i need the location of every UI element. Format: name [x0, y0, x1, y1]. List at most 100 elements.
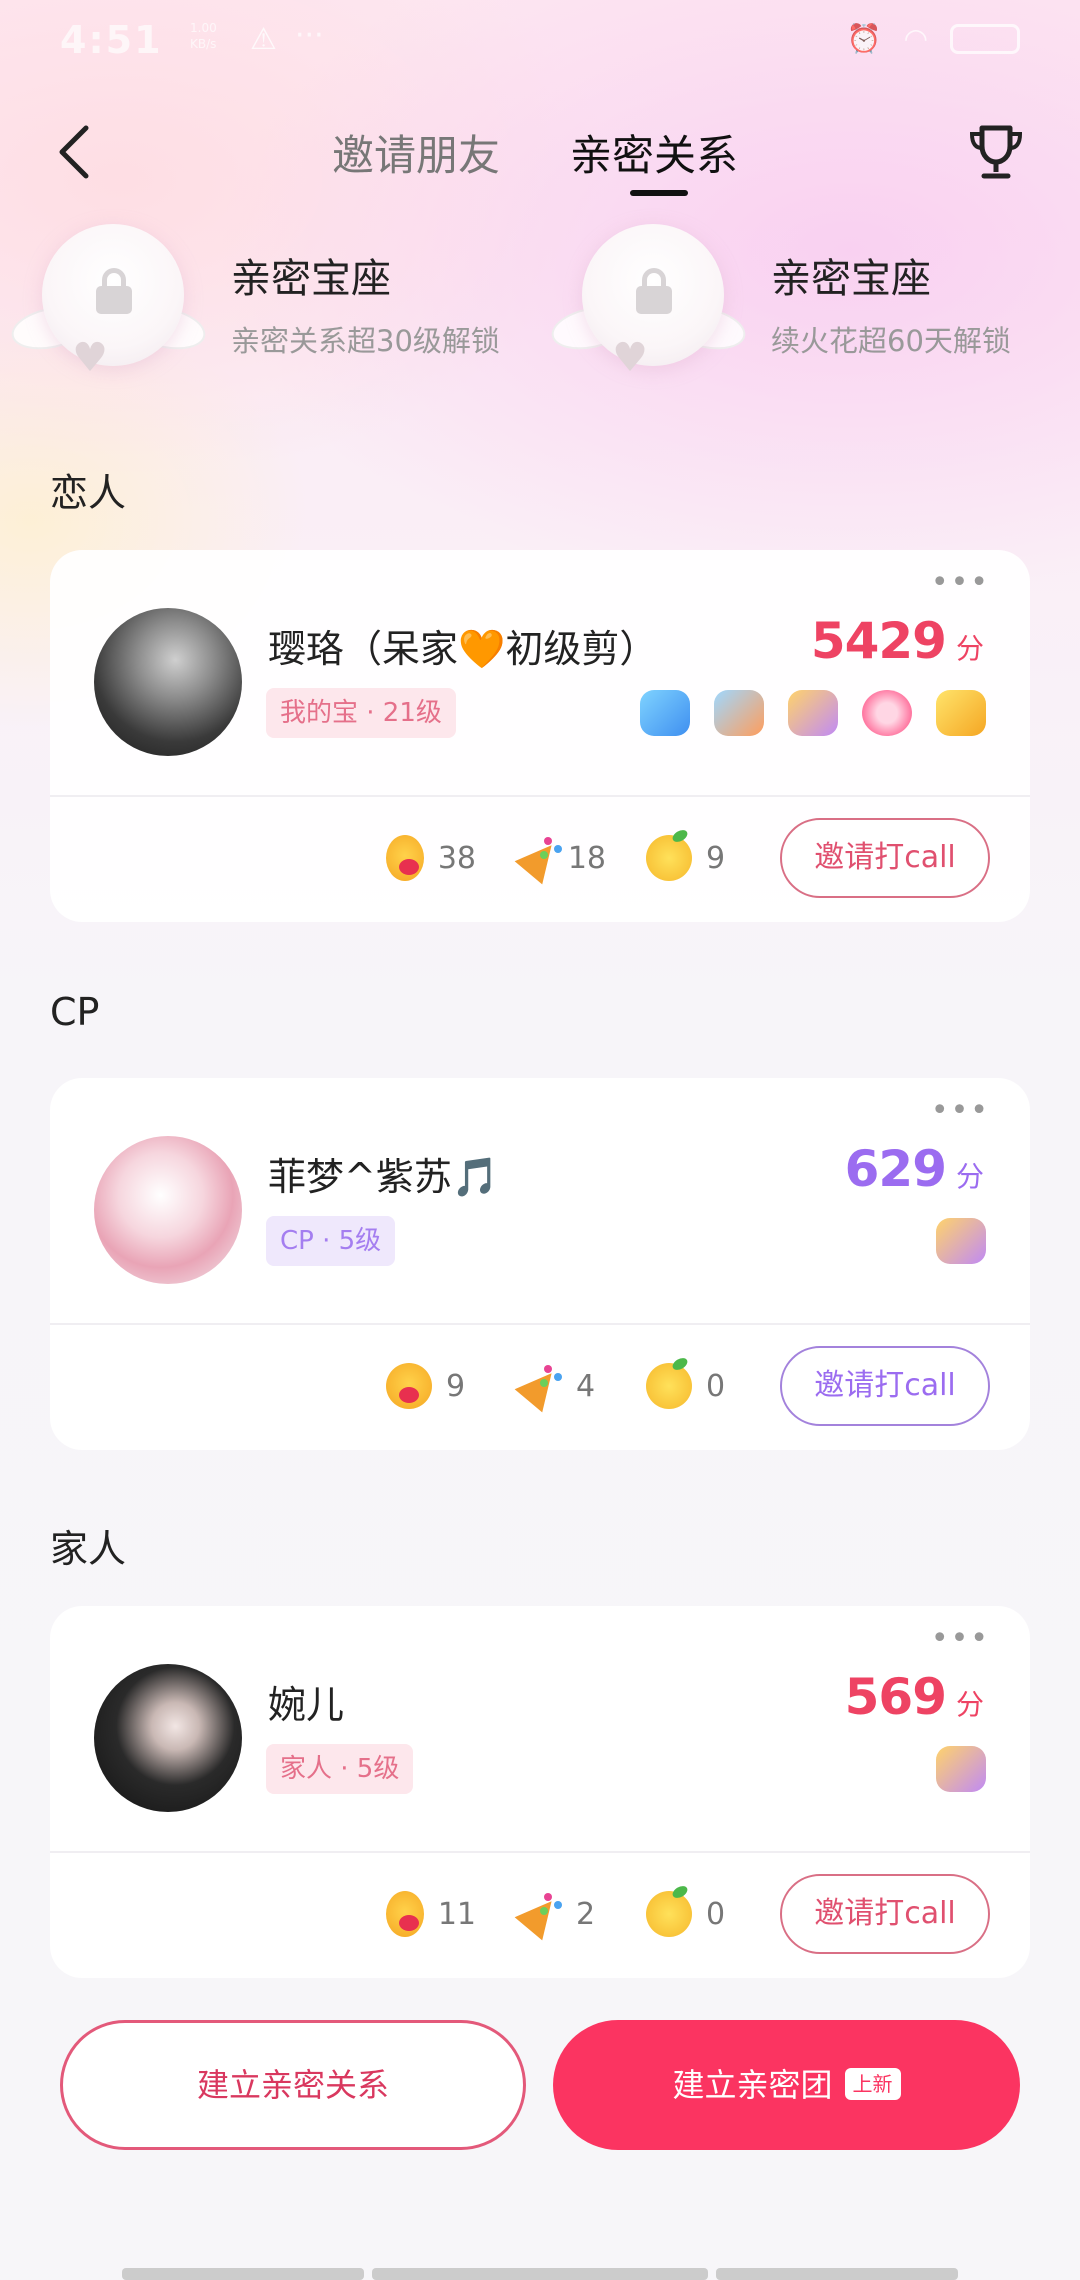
divider — [50, 795, 1030, 797]
stat-item: 9 — [386, 1363, 476, 1409]
intimacy-score: 569 分 — [845, 1668, 984, 1726]
relation-card-cp[interactable]: ••• 菲梦^紫苏🎵 CP · 5级 629 分 9 4 0 邀请打call — [50, 1078, 1030, 1450]
stat-value: 18 — [567, 840, 606, 876]
ring-badge-icon — [862, 690, 912, 736]
battery-icon — [950, 23, 1020, 54]
back-button[interactable] — [50, 122, 100, 182]
seat-avatar-placeholder — [42, 224, 184, 366]
gift-badge-icon — [936, 1218, 986, 1264]
warning-icon: ⚠ — [250, 22, 277, 57]
invite-call-button[interactable]: 邀请打call — [780, 1346, 990, 1426]
avatar[interactable] — [94, 1136, 242, 1284]
blush-face-icon — [386, 1891, 424, 1937]
network-speed: 1.00 KB/s — [190, 21, 217, 51]
status-time: 4:51 — [60, 18, 163, 62]
active-tab-indicator — [630, 190, 688, 196]
lemon-face-icon — [646, 835, 692, 881]
intimate-seat-level[interactable]: ♥ 亲密宝座 亲密关系超30级解锁 — [7, 218, 536, 388]
trophy-button[interactable] — [964, 120, 1028, 184]
divider — [50, 1323, 1030, 1325]
seat-desc: 续火花超60天解锁 — [771, 324, 1011, 358]
lock-icon — [636, 268, 672, 314]
alarm-icon: ⏰ — [846, 22, 882, 55]
new-badge: 上新 — [844, 2068, 901, 2100]
heart-icon: ♥ — [72, 335, 108, 381]
stat-item: 18 — [516, 835, 606, 881]
seat-title: 亲密宝座 — [231, 256, 391, 302]
invite-call-button[interactable]: 邀请打call — [780, 1874, 990, 1954]
more-options-button[interactable]: ••• — [931, 1096, 990, 1126]
interaction-stats: 11 2 0 — [386, 1874, 776, 1954]
section-title-cp: CP — [50, 990, 100, 1034]
stat-item: 0 — [646, 1891, 736, 1937]
friend-name[interactable]: 婉儿 — [268, 1674, 344, 1729]
badge-row — [936, 1746, 986, 1792]
lemon-face-icon — [646, 1891, 692, 1937]
divider — [50, 1851, 1030, 1853]
stat-value: 38 — [437, 840, 476, 876]
nav-indicator — [122, 2268, 364, 2280]
more-dots-icon: ··· — [295, 18, 324, 53]
section-title-family: 家人 — [50, 1527, 127, 1571]
friend-name[interactable]: 菲梦^紫苏🎵 — [268, 1146, 499, 1201]
avatar[interactable] — [94, 1664, 242, 1812]
relation-tag: CP · 5级 — [266, 1216, 396, 1266]
stat-item: 38 — [386, 835, 476, 881]
more-options-button[interactable]: ••• — [931, 568, 990, 598]
party-popper-icon — [516, 835, 554, 881]
stat-value: 0 — [706, 1896, 726, 1932]
invite-call-button[interactable]: 邀请打call — [780, 818, 990, 898]
score-value: 629 — [844, 1140, 947, 1198]
stat-value: 2 — [576, 1896, 596, 1932]
blush-face-icon — [386, 835, 424, 881]
stat-item: 4 — [516, 1363, 606, 1409]
build-group-label: 建立亲密团 — [672, 2066, 833, 2104]
lemon-face-icon — [646, 1363, 692, 1409]
interaction-stats: 9 4 0 — [386, 1346, 776, 1426]
party-popper-icon — [516, 1891, 562, 1937]
gift-badge-icon — [788, 690, 838, 736]
stat-item: 11 — [386, 1891, 476, 1937]
relation-card-family[interactable]: ••• 婉儿 家人 · 5级 569 分 11 2 0 邀请打call — [50, 1606, 1030, 1978]
interaction-stats: 38 18 9 — [386, 818, 776, 898]
relation-tag: 家人 · 5级 — [266, 1744, 414, 1794]
score-unit: 分 — [955, 1688, 984, 1721]
seat-avatar-placeholder — [582, 224, 724, 366]
lock-icon — [96, 268, 132, 314]
thumb-badge-icon — [714, 690, 764, 736]
score-value: 5429 — [810, 612, 947, 670]
tab-intimate-relations[interactable]: 亲密关系 — [570, 122, 738, 183]
intimate-seat-spark[interactable]: ♥ 亲密宝座 续火花超60天解锁 — [547, 218, 1076, 388]
stat-item: 0 — [646, 1363, 736, 1409]
wifi-icon: ◠ — [903, 22, 928, 55]
build-relation-button[interactable]: 建立亲密关系 — [60, 2020, 526, 2150]
stat-item: 9 — [646, 835, 736, 881]
stat-value: 9 — [706, 840, 726, 876]
status-bar: 4:51 1.00 KB/s ⚠ ··· ⏰ ◠ — [0, 0, 1080, 80]
avatar[interactable] — [94, 608, 242, 756]
section-title-lovers: 恋人 — [50, 471, 127, 515]
stat-value: 11 — [437, 1896, 476, 1932]
trophy-icon — [969, 125, 1023, 179]
megaphone-badge-icon — [640, 690, 690, 736]
back-icon — [59, 125, 89, 179]
crown-badge-icon — [936, 690, 986, 736]
party-popper-icon — [516, 1363, 562, 1409]
score-unit: 分 — [955, 632, 984, 665]
score-value: 569 — [844, 1668, 947, 1726]
nav-indicator — [716, 2268, 958, 2280]
blush-face-icon — [386, 1363, 432, 1409]
relation-card-lover[interactable]: ••• 璎珞（呆家🧡初级剪） 我的宝 · 21级 5429 分 38 18 9 邀… — [50, 550, 1030, 922]
build-group-button[interactable]: 建立亲密团 上新 — [553, 2020, 1020, 2150]
tab-invite-friends[interactable]: 邀请朋友 — [332, 122, 500, 183]
badge-row — [936, 1218, 986, 1264]
intimacy-score: 629 分 — [845, 1140, 984, 1198]
header: 邀请朋友 亲密关系 — [0, 110, 1080, 200]
heart-icon: ♥ — [612, 335, 648, 381]
seat-title: 亲密宝座 — [771, 256, 931, 302]
stat-item: 2 — [516, 1891, 606, 1937]
friend-name[interactable]: 璎珞（呆家🧡初级剪） — [268, 618, 657, 673]
intimacy-score: 5429 分 — [811, 612, 984, 670]
more-options-button[interactable]: ••• — [931, 1624, 990, 1654]
stat-value: 9 — [446, 1368, 466, 1404]
